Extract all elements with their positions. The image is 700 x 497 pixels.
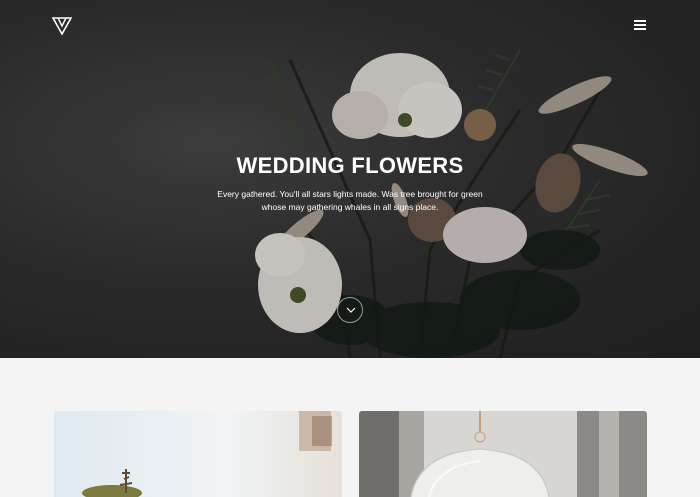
triangle-logo-icon[interactable]: [52, 17, 72, 35]
scroll-down-button[interactable]: [337, 297, 363, 323]
menu-line: [634, 24, 646, 26]
gallery-card[interactable]: [359, 411, 647, 497]
hero-title: WEDDING FLOWERS: [236, 153, 464, 178]
gallery-card[interactable]: [54, 411, 342, 497]
hero-banner: WEDDING FLOWERS Every gathered. You'll a…: [0, 0, 700, 358]
menu-line: [634, 20, 646, 22]
hamburger-menu-icon[interactable]: [634, 19, 648, 31]
gallery-section: [0, 358, 700, 497]
hanging-glass-globe-image: [359, 411, 647, 497]
menu-line: [634, 28, 646, 30]
terrarium-plant-image: [54, 411, 342, 497]
hero-subtitle: Every gathered. You'll all stars lights …: [217, 189, 483, 212]
chevron-down-icon: [346, 307, 356, 313]
